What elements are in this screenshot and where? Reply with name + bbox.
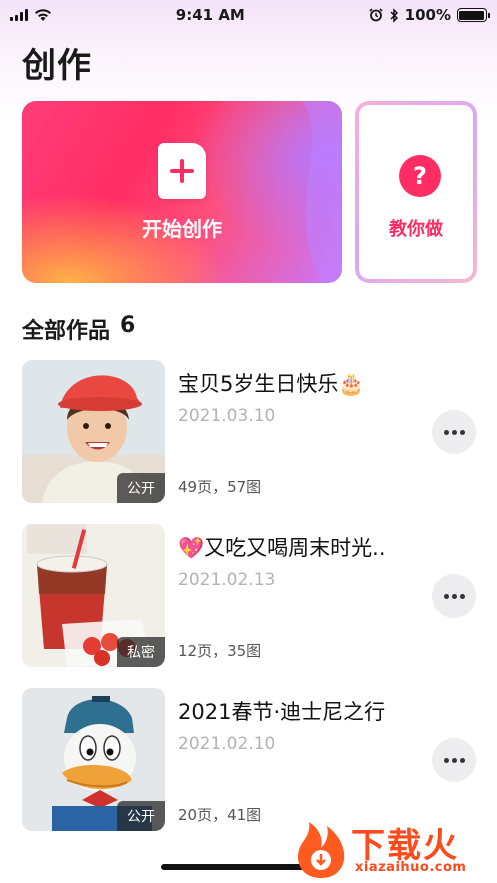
more-options-button[interactable] (432, 574, 476, 618)
section-title: 全部作品 6 (22, 313, 135, 345)
tutorial-card-body: ? 教你做 (359, 105, 473, 279)
work-item[interactable]: 私密 💖又吃又喝周末时光.. 2021.02.13 12页，35图 (22, 524, 477, 668)
bluetooth-icon (390, 7, 398, 23)
card-swoosh-decoration (302, 101, 342, 283)
tutorial-label: 教你做 (389, 219, 443, 240)
cellular-signal-icon (10, 9, 28, 21)
work-date: 2021.03.10 (178, 406, 276, 426)
work-thumbnail: 公开 (22, 360, 165, 503)
question-icon: ? (399, 155, 441, 197)
start-create-button[interactable]: 开始创作 (22, 101, 342, 283)
status-bar: 9:41 AM 100% (0, 0, 497, 30)
plus-icon (158, 143, 206, 199)
status-time: 9:41 AM (175, 6, 245, 24)
page-title: 创作 (22, 46, 92, 86)
visibility-badge: 私密 (117, 637, 165, 667)
battery-icon (456, 8, 490, 22)
flame-logo-icon (297, 822, 345, 878)
works-count: 6 (120, 313, 136, 338)
work-meta: 12页，35图 (178, 642, 262, 660)
more-options-button[interactable] (432, 410, 476, 454)
watermark-domain: xiazaihuo.com (355, 860, 467, 875)
start-create-label: 开始创作 (142, 217, 222, 241)
work-meta: 20页，41图 (178, 806, 262, 824)
more-options-button[interactable] (432, 738, 476, 782)
tutorial-button[interactable]: ? 教你做 (355, 101, 477, 283)
visibility-badge: 公开 (117, 473, 165, 503)
visibility-badge: 公开 (117, 801, 165, 831)
work-title: 宝贝5岁生日快乐🎂 (178, 372, 365, 396)
work-thumbnail: 公开 (22, 688, 165, 831)
site-watermark: 下载火 xiazaihuo.com (293, 818, 493, 880)
wifi-icon (35, 9, 51, 21)
work-date: 2021.02.10 (178, 734, 276, 754)
work-date: 2021.02.13 (178, 570, 276, 590)
status-right: 100% (369, 6, 490, 24)
work-meta: 49页，57图 (178, 478, 262, 496)
work-item[interactable]: 公开 宝贝5岁生日快乐🎂 2021.03.10 49页，57图 (22, 360, 477, 504)
work-title: 2021春节·迪士尼之行 (178, 700, 386, 724)
work-thumbnail: 私密 (22, 524, 165, 667)
work-title: 💖又吃又喝周末时光.. (178, 536, 386, 560)
section-title-text: 全部作品 (22, 319, 111, 344)
alarm-icon (369, 8, 383, 22)
battery-percent: 100% (404, 6, 451, 24)
status-left (10, 8, 52, 22)
work-item[interactable]: 公开 2021春节·迪士尼之行 2021.02.10 20页，41图 (22, 688, 477, 832)
